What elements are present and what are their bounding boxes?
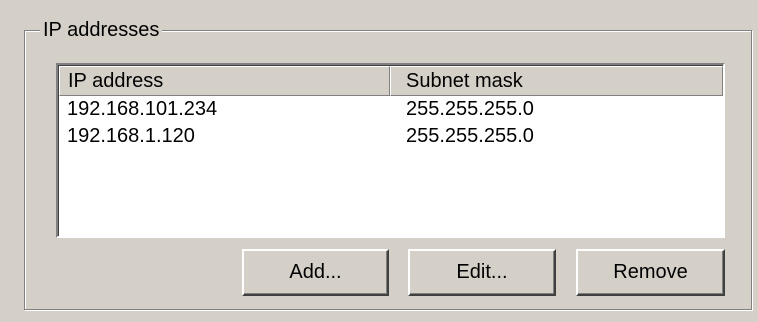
ip-address-cell: 192.168.101.234 [67,98,218,120]
ip-address-cell: 192.168.1.120 [67,125,195,147]
column-header-subnet-mask[interactable]: Subnet mask [390,66,723,96]
subnet-mask-cell: 255.255.255.0 [406,125,534,147]
edit-button[interactable]: Edit... [408,249,556,296]
list-row[interactable]: 192.168.1.120 255.255.255.0 [59,123,723,150]
subnet-mask-cell: 255.255.255.0 [406,98,534,120]
ip-address-list[interactable]: IP address Subnet mask 192.168.101.234 2… [56,63,725,238]
list-row[interactable]: 192.168.101.234 255.255.255.0 [59,96,723,123]
add-button[interactable]: Add... [242,249,389,296]
column-header-ip-address[interactable]: IP address [59,66,390,96]
groupbox-title: IP addresses [40,18,163,42]
remove-button[interactable]: Remove [576,249,725,296]
list-rows: 192.168.101.234 255.255.255.0 192.168.1.… [59,96,723,150]
list-header: IP address Subnet mask [59,66,723,96]
